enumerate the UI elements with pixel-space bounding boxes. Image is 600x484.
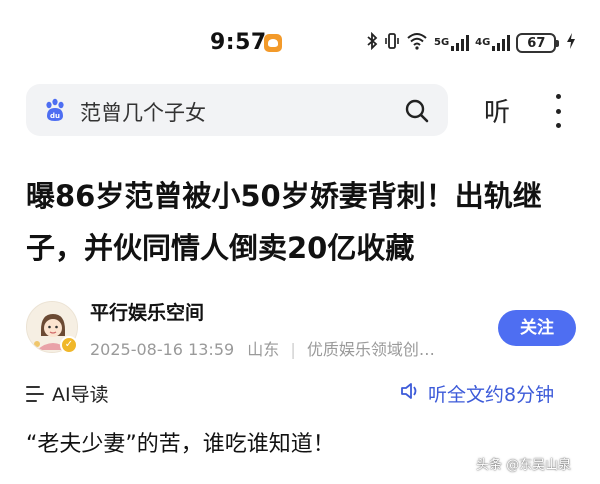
publish-location: 山东 [247,340,280,359]
author-meta: 2025-08-16 13:59 山东 | 优质娱乐领域创… [90,336,482,360]
signal-4g-icon [492,35,511,51]
charging-icon [566,32,576,54]
verified-badge-icon: ✓ [60,336,78,354]
network-4g-label: 4G [475,37,491,48]
wifi-icon [406,32,428,54]
ai-guide-button[interactable]: AI导读 [26,380,109,407]
status-time: 9:57 [210,30,267,55]
status-bar: 9:57 5G 4G 67 [0,0,600,80]
speaker-icon [400,381,422,406]
status-icons: 5G 4G 67 [366,31,576,55]
more-options-icon[interactable] [554,94,562,128]
network-5g-label: 5G [434,37,450,48]
battery-level: 67 [527,35,546,51]
listen-full-label: 听全文约8分钟 [428,384,555,406]
author-name[interactable]: 平行娱乐空间 [90,298,204,325]
battery-icon: 67 [516,33,560,53]
bluetooth-icon [366,31,378,54]
ai-list-icon [26,385,46,402]
svg-text:du: du [50,112,60,120]
ai-guide-label: AI导读 [52,384,109,406]
article-title: 曝86岁范曾被小50岁娇妻背刺！出轨继子，并伙同情人倒卖20亿收藏 [26,179,542,265]
watermark: 头条 @东吴山泉 [476,458,572,473]
author-tag: 优质娱乐领域创… [306,340,435,359]
baidu-paw-icon: du [42,97,68,123]
listen-button[interactable]: 听 [484,92,510,129]
meta-divider: | [290,340,296,359]
search-icon[interactable] [404,98,430,124]
search-input[interactable]: 范曾几个子女 [80,97,206,127]
follow-button[interactable]: 关注 [498,310,576,346]
signal-5g-icon [451,35,470,51]
publish-date: 2025-08-16 13:59 [90,340,235,359]
search-box[interactable]: du 范曾几个子女 [26,84,448,136]
article-paragraph: “老夫少妻”的苦，谁吃谁知道！ [26,432,335,457]
vibrate-icon [384,32,400,54]
listen-full-button[interactable]: 听全文约8分钟 [400,380,554,407]
notification-app-icon [264,34,282,52]
